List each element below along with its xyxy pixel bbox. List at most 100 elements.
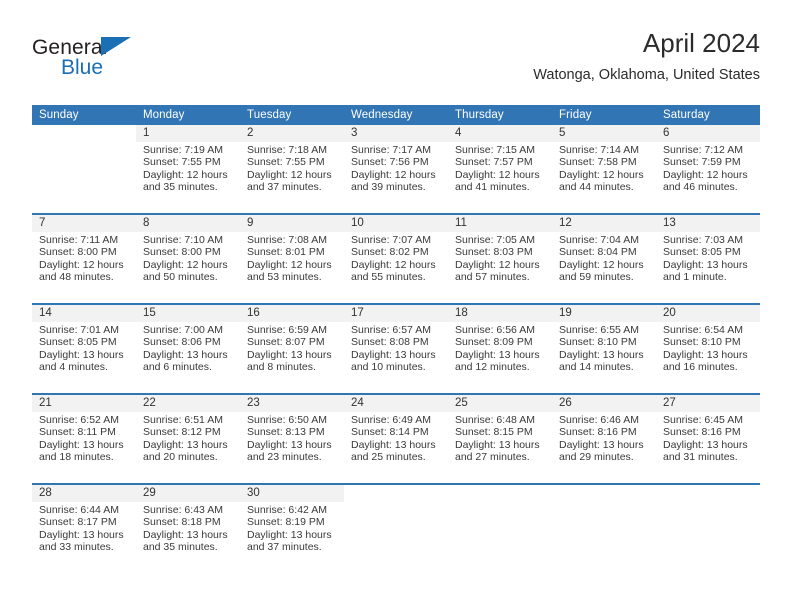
day-details: Sunrise: 6:55 AM Sunset: 8:10 PM Daylight:… [552,322,656,374]
sunset-text: Sunset: 8:14 PM [351,426,429,439]
daylight-text: Daylight: 12 hours and 41 minutes. [455,168,540,194]
calendar-day-cell[interactable]: 30 Sunrise: 6:42 AM Sunset: 8:19 PM Dayligh… [240,483,344,573]
page-subtitle: Watonga, Oklahoma, United States [533,67,760,83]
day-details: Sunrise: 6:43 AM Sunset: 8:18 PM Daylight:… [136,502,240,554]
sunrise-text: Sunrise: 6:54 AM [663,324,743,336]
calendar-day-cell[interactable]: 25 Sunrise: 6:48 AM Sunset: 8:15 PM Dayligh… [448,393,552,484]
day-details: Sunrise: 7:01 AM Sunset: 8:05 PM Daylight:… [32,322,136,374]
sunset-text: Sunset: 8:15 PM [455,426,533,439]
day-cell-inner: 4 Sunrise: 7:15 AM Sunset: 7:57 PM Daylight… [448,125,552,213]
calendar-day-cell[interactable]: 2 Sunrise: 7:18 AM Sunset: 7:55 PM Daylight… [240,125,344,214]
calendar-day-cell[interactable]: 28 Sunrise: 6:44 AM Sunset: 8:17 PM Dayligh… [32,483,136,573]
sunrise-text: Sunrise: 7:15 AM [455,144,535,156]
calendar-day-cell[interactable]: 1 Sunrise: 7:19 AM Sunset: 7:55 PM Daylight… [136,125,240,214]
weekday-header-saturday: Saturday [656,105,760,125]
day-details: Sunrise: 7:05 AM Sunset: 8:03 PM Daylight:… [448,232,552,284]
calendar-day-cell[interactable]: 10 Sunrise: 7:07 AM Sunset: 8:02 PM Dayligh… [344,213,448,304]
calendar-day-cell[interactable]: 8 Sunrise: 7:10 AM Sunset: 8:00 PM Daylight… [136,213,240,304]
day-cell-inner: 30 Sunrise: 6:42 AM Sunset: 8:19 PM Dayligh… [240,485,344,573]
sunset-text: Sunset: 8:01 PM [247,246,325,259]
calendar-empty-cell [344,483,448,573]
day-details: Sunrise: 6:49 AM Sunset: 8:14 PM Daylight:… [344,412,448,464]
sunrise-text: Sunrise: 6:56 AM [455,324,535,336]
calendar-day-cell[interactable]: 7 Sunrise: 7:11 AM Sunset: 8:00 PM Daylight… [32,213,136,304]
day-details: Sunrise: 7:10 AM Sunset: 8:00 PM Daylight:… [136,232,240,284]
calendar-day-cell[interactable]: 9 Sunrise: 7:08 AM Sunset: 8:01 PM Daylight… [240,213,344,304]
day-number: 22 [136,395,240,412]
calendar-day-cell[interactable]: 4 Sunrise: 7:15 AM Sunset: 7:57 PM Daylight… [448,125,552,214]
sunset-text: Sunset: 8:13 PM [247,426,325,439]
day-details: Sunrise: 6:57 AM Sunset: 8:08 PM Daylight:… [344,322,448,374]
calendar-week-row: 14 Sunrise: 7:01 AM Sunset: 8:05 PM Dayligh… [32,303,760,394]
day-details: Sunrise: 7:12 AM Sunset: 7:59 PM Daylight:… [656,142,760,194]
sunrise-text: Sunrise: 6:48 AM [455,414,535,426]
sunset-text: Sunset: 8:09 PM [455,336,533,349]
day-number: 4 [448,125,552,142]
calendar-day-cell[interactable]: 3 Sunrise: 7:17 AM Sunset: 7:56 PM Daylight… [344,125,448,214]
sunset-text: Sunset: 8:03 PM [455,246,533,259]
sunrise-text: Sunrise: 6:43 AM [143,504,223,516]
daylight-text: Daylight: 13 hours and 33 minutes. [39,528,124,554]
calendar-day-cell[interactable]: 24 Sunrise: 6:49 AM Sunset: 8:14 PM Dayligh… [344,393,448,484]
day-number: 9 [240,215,344,232]
day-cell-inner: 11 Sunrise: 7:05 AM Sunset: 8:03 PM Dayligh… [448,215,552,303]
calendar-day-cell[interactable]: 18 Sunrise: 6:56 AM Sunset: 8:09 PM Dayligh… [448,303,552,394]
daylight-text: Daylight: 12 hours and 48 minutes. [39,258,124,284]
calendar-day-cell[interactable]: 14 Sunrise: 7:01 AM Sunset: 8:05 PM Dayligh… [32,303,136,394]
calendar-day-cell[interactable]: 20 Sunrise: 6:54 AM Sunset: 8:10 PM Dayligh… [656,303,760,394]
sunrise-text: Sunrise: 7:14 AM [559,144,639,156]
day-details: Sunrise: 6:51 AM Sunset: 8:12 PM Daylight:… [136,412,240,464]
daylight-text: Daylight: 13 hours and 23 minutes. [247,438,332,464]
calendar-day-cell[interactable]: 16 Sunrise: 6:59 AM Sunset: 8:07 PM Dayligh… [240,303,344,394]
day-number [344,485,448,502]
sunset-text: Sunset: 8:11 PM [39,426,116,439]
calendar-day-cell[interactable]: 26 Sunrise: 6:46 AM Sunset: 8:16 PM Dayligh… [552,393,656,484]
day-number: 7 [32,215,136,232]
sunset-text: Sunset: 8:10 PM [559,336,637,349]
calendar-day-cell[interactable]: 12 Sunrise: 7:04 AM Sunset: 8:04 PM Dayligh… [552,213,656,304]
day-cell-inner: 5 Sunrise: 7:14 AM Sunset: 7:58 PM Daylight… [552,125,656,213]
day-number: 13 [656,215,760,232]
calendar-day-cell[interactable]: 22 Sunrise: 6:51 AM Sunset: 8:12 PM Dayligh… [136,393,240,484]
logo-text-blue: Blue [61,56,104,79]
calendar-header-row: Sunday Monday Tuesday Wednesday Thursday… [32,105,760,125]
sunset-text: Sunset: 8:18 PM [143,516,221,529]
sunset-text: Sunset: 8:02 PM [351,246,429,259]
calendar-day-cell[interactable]: 6 Sunrise: 7:12 AM Sunset: 7:59 PM Daylight… [656,125,760,214]
sunset-text: Sunset: 8:16 PM [559,426,637,439]
day-number: 3 [344,125,448,142]
calendar-day-cell[interactable]: 19 Sunrise: 6:55 AM Sunset: 8:10 PM Dayligh… [552,303,656,394]
calendar-day-cell[interactable]: 23 Sunrise: 6:50 AM Sunset: 8:13 PM Dayligh… [240,393,344,484]
calendar-day-cell[interactable]: 21 Sunrise: 6:52 AM Sunset: 8:11 PM Dayligh… [32,393,136,484]
sunset-text: Sunset: 7:58 PM [559,156,637,169]
day-number: 30 [240,485,344,502]
daylight-text: Daylight: 13 hours and 6 minutes. [143,348,228,374]
calendar-day-cell[interactable]: 11 Sunrise: 7:05 AM Sunset: 8:03 PM Dayligh… [448,213,552,304]
weekday-header-thursday: Thursday [448,105,552,125]
calendar-day-cell[interactable]: 29 Sunrise: 6:43 AM Sunset: 8:18 PM Dayligh… [136,483,240,573]
day-cell-inner: 29 Sunrise: 6:43 AM Sunset: 8:18 PM Dayligh… [136,485,240,573]
calendar-day-cell[interactable]: 27 Sunrise: 6:45 AM Sunset: 8:16 PM Dayligh… [656,393,760,484]
day-number: 27 [656,395,760,412]
day-cell-inner: 10 Sunrise: 7:07 AM Sunset: 8:02 PM Dayligh… [344,215,448,303]
day-number: 28 [32,485,136,502]
page-header: General Blue April 2024 Watonga, Oklahom… [32,28,760,94]
sunset-text: Sunset: 8:08 PM [351,336,429,349]
calendar-day-cell[interactable]: 13 Sunrise: 7:03 AM Sunset: 8:05 PM Dayligh… [656,213,760,304]
sunrise-text: Sunrise: 6:52 AM [39,414,119,426]
calendar-day-cell[interactable]: 17 Sunrise: 6:57 AM Sunset: 8:08 PM Dayligh… [344,303,448,394]
day-number: 8 [136,215,240,232]
calendar-week-row: 7 Sunrise: 7:11 AM Sunset: 8:00 PM Daylight… [32,213,760,304]
weekday-header-sunday: Sunday [32,105,136,125]
general-blue-logo[interactable]: General Blue [32,36,272,92]
day-number [552,485,656,502]
sunrise-text: Sunrise: 6:59 AM [247,324,327,336]
day-details: Sunrise: 7:00 AM Sunset: 8:06 PM Daylight:… [136,322,240,374]
calendar-day-cell[interactable]: 15 Sunrise: 7:00 AM Sunset: 8:06 PM Dayligh… [136,303,240,394]
day-cell-inner [344,485,448,573]
sunset-text: Sunset: 8:10 PM [663,336,741,349]
calendar-week-row: 1 Sunrise: 7:19 AM Sunset: 7:55 PM Daylight… [32,125,760,214]
daylight-text: Daylight: 13 hours and 16 minutes. [663,348,748,374]
day-number: 29 [136,485,240,502]
calendar-day-cell[interactable]: 5 Sunrise: 7:14 AM Sunset: 7:58 PM Daylight… [552,125,656,214]
